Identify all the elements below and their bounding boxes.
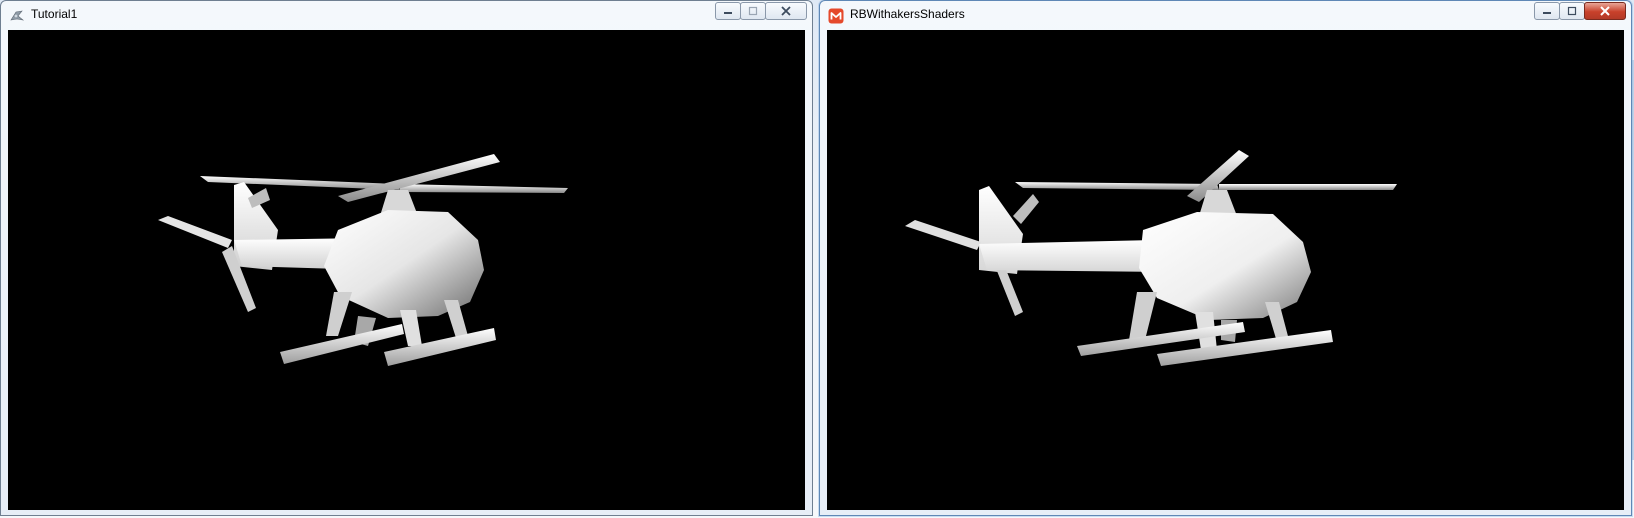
minimize-icon <box>724 12 732 14</box>
window-controls <box>1534 2 1626 20</box>
window-rbwithakersshaders[interactable]: RBWithakersShaders <box>819 0 1632 516</box>
monogame-icon <box>828 8 844 24</box>
window-tutorial1[interactable]: Tutorial1 <box>0 0 813 516</box>
window-controls <box>715 2 807 20</box>
maximize-button[interactable] <box>1559 2 1585 20</box>
render-viewport[interactable] <box>8 30 805 510</box>
desktop: Tutorial1 RBWithakersShaders <box>0 0 1634 518</box>
xna-icon <box>9 8 25 24</box>
titlebar[interactable]: Tutorial1 <box>1 1 812 29</box>
minimize-button[interactable] <box>715 2 741 20</box>
maximize-icon <box>748 6 758 16</box>
titlebar[interactable]: RBWithakersShaders <box>820 1 1631 29</box>
minimize-icon <box>1543 12 1551 14</box>
maximize-button[interactable] <box>740 2 766 20</box>
window-title: Tutorial1 <box>31 7 78 21</box>
helicopter-model <box>158 154 568 366</box>
maximize-icon <box>1567 6 1577 16</box>
close-icon <box>1600 6 1610 16</box>
helicopter-model <box>905 150 1397 366</box>
close-icon <box>781 6 791 16</box>
window-title: RBWithakersShaders <box>850 7 965 21</box>
close-button[interactable] <box>765 2 807 20</box>
minimize-button[interactable] <box>1534 2 1560 20</box>
close-button[interactable] <box>1584 2 1626 20</box>
render-viewport[interactable] <box>827 30 1624 510</box>
